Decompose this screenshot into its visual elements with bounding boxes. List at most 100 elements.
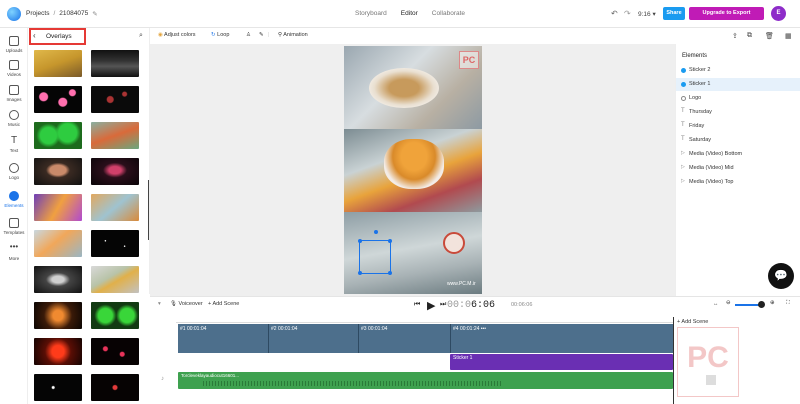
timeline-controls: ▾ 🎙 Voiceover + Add Scene ⏮ ▶ ⏭ 00:06:06… <box>150 297 800 314</box>
app-logo[interactable] <box>7 7 21 21</box>
collapse-icon[interactable]: ▾ <box>158 301 161 307</box>
person-icon[interactable]: ♙ <box>246 32 251 38</box>
share-button[interactable]: Share <box>663 7 685 20</box>
voiceover-button[interactable]: 🎙 Voiceover <box>170 301 203 307</box>
edit-title-icon[interactable]: ✎ <box>92 10 97 18</box>
rail-images[interactable]: Images <box>0 85 28 102</box>
loop-icon: ↻ <box>211 32 216 38</box>
rail-more[interactable]: ••• More <box>0 243 28 262</box>
overlay-thumbnail[interactable] <box>34 374 82 401</box>
grid-icon[interactable]: ▦ <box>785 32 792 40</box>
sticker-1-track[interactable]: Sticker 1 <box>450 354 673 370</box>
fit-width-icon[interactable]: ↔ <box>713 301 719 307</box>
waffle-image <box>369 68 439 108</box>
rail-videos[interactable]: Videos <box>0 60 28 77</box>
rail-templates[interactable]: Templates <box>0 218 28 235</box>
tab-editor[interactable]: Editor <box>401 10 418 17</box>
overlay-thumbnail[interactable] <box>34 230 82 257</box>
overlay-thumbnail[interactable] <box>91 338 139 365</box>
overlay-thumbnail[interactable] <box>91 374 139 401</box>
microphone-icon: 🎙 <box>170 301 177 307</box>
expand-icon[interactable]: ⛶ <box>786 300 790 307</box>
rotate-handle[interactable] <box>374 230 378 234</box>
logo-overlay[interactable]: PC <box>459 51 479 69</box>
search-icon[interactable]: ⌕ <box>139 32 143 40</box>
element-row-thursday[interactable]: T Thursday <box>676 106 800 119</box>
overlay-thumbnail[interactable] <box>91 86 139 113</box>
user-avatar[interactable]: E <box>771 6 786 21</box>
overlay-thumbnail[interactable] <box>91 50 139 77</box>
element-label: Sticker 2 <box>689 67 711 73</box>
upgrade-to-export-button[interactable]: Upgrade to Export <box>689 7 764 20</box>
text-icon: T <box>681 136 685 142</box>
rail-logo[interactable]: Logo <box>0 163 28 180</box>
upload-icon[interactable]: ⇪ <box>732 32 738 40</box>
resize-handle[interactable] <box>388 239 392 243</box>
chat-support-icon[interactable]: 💬 <box>768 263 794 289</box>
add-scene-timeline-button[interactable]: + Add Scene <box>677 319 708 325</box>
overlay-thumbnail[interactable] <box>34 302 82 329</box>
add-scene-button[interactable]: + Add Scene <box>208 301 239 307</box>
resize-handle[interactable] <box>388 271 392 275</box>
overlay-thumbnail[interactable] <box>34 194 82 221</box>
element-row-media-mid[interactable]: ▷ Media (Video) Mid <box>676 162 800 175</box>
sticker-2[interactable] <box>443 232 465 254</box>
element-row-friday[interactable]: T Friday <box>676 120 800 133</box>
element-row-sticker-1[interactable]: Sticker 1 <box>676 78 800 91</box>
loop-button[interactable]: ↻ Loop <box>211 32 229 38</box>
skip-back-icon[interactable]: ⏮ <box>414 301 420 309</box>
rail-uploads[interactable]: Uploads <box>0 36 28 53</box>
undo-icon[interactable]: ↶ <box>611 9 618 18</box>
audio-track[interactable]: Torcleveklayaudiocut16601... <box>178 372 673 389</box>
overlay-thumbnail[interactable] <box>34 122 82 149</box>
eyedropper-icon[interactable]: ✎ <box>259 32 264 38</box>
zoom-slider-knob[interactable] <box>758 301 765 308</box>
loop-label: Loop <box>217 32 230 38</box>
resize-handle[interactable] <box>358 239 362 243</box>
adjust-colors-button[interactable]: ◉ Adjust colors <box>158 32 196 38</box>
element-row-saturday[interactable]: T Saturday <box>676 134 800 147</box>
overlay-thumbnail[interactable] <box>34 158 82 185</box>
overlay-thumbnail[interactable] <box>91 158 139 185</box>
media-video-mid[interactable] <box>344 129 482 212</box>
tab-collaborate[interactable]: Collaborate <box>432 10 465 17</box>
overlay-thumbnail[interactable] <box>34 86 82 113</box>
breadcrumb-projects[interactable]: Projects <box>26 10 49 18</box>
element-row-media-bottom[interactable]: ▷ Media (Video) Bottom <box>676 148 800 161</box>
overlay-thumbnail[interactable] <box>91 122 139 149</box>
copy-icon[interactable]: ⧉ <box>747 32 752 40</box>
resize-handle[interactable] <box>358 271 362 275</box>
element-row-logo[interactable]: Logo <box>676 92 800 105</box>
playhead[interactable] <box>673 317 674 404</box>
video-track[interactable]: #1 00:01:04 #2 00:01:04 #3 00:01:04 #4 0… <box>178 324 673 353</box>
tab-storyboard[interactable]: Storyboard <box>355 10 387 17</box>
rail-music[interactable]: Music <box>0 110 28 127</box>
element-row-sticker-2[interactable]: Sticker 2 <box>676 64 800 77</box>
zoom-out-icon[interactable]: ⊖ <box>726 300 731 306</box>
rail-elements[interactable]: Elements <box>0 191 28 208</box>
pancake-image <box>384 139 444 189</box>
rail-text[interactable]: T Text <box>0 136 28 154</box>
overlay-thumbnail[interactable] <box>91 194 139 221</box>
element-row-media-top[interactable]: ▷ Media (Video) Top <box>676 176 800 189</box>
sticker-icon <box>681 82 686 87</box>
overlay-thumbnail[interactable] <box>91 302 139 329</box>
time-ruler[interactable] <box>176 315 673 323</box>
element-label: Media (Video) Mid <box>689 165 734 171</box>
trash-icon[interactable]: 🗑 <box>765 32 774 40</box>
play-icon[interactable]: ▶ <box>427 299 435 312</box>
skip-forward-icon[interactable]: ⏭ <box>440 301 446 309</box>
overlay-thumbnail[interactable] <box>34 50 82 77</box>
sticker-icon <box>681 68 686 73</box>
zoom-in-icon[interactable]: ⊕ <box>770 300 775 306</box>
aspect-ratio-select[interactable]: 9:16 ▾ <box>638 10 656 18</box>
overlay-thumbnail[interactable] <box>34 338 82 365</box>
redo-icon[interactable]: ↷ <box>624 9 631 18</box>
mode-tabs: Storyboard Editor Collaborate <box>355 10 465 17</box>
overlay-thumbnail[interactable] <box>91 230 139 257</box>
animation-button[interactable]: ⚲ Animation <box>278 32 308 38</box>
overlay-thumbnail[interactable] <box>34 266 82 293</box>
sticker-1-selection[interactable] <box>358 230 392 275</box>
project-id: 21084075 <box>59 10 89 17</box>
overlay-thumbnail[interactable] <box>91 266 139 293</box>
